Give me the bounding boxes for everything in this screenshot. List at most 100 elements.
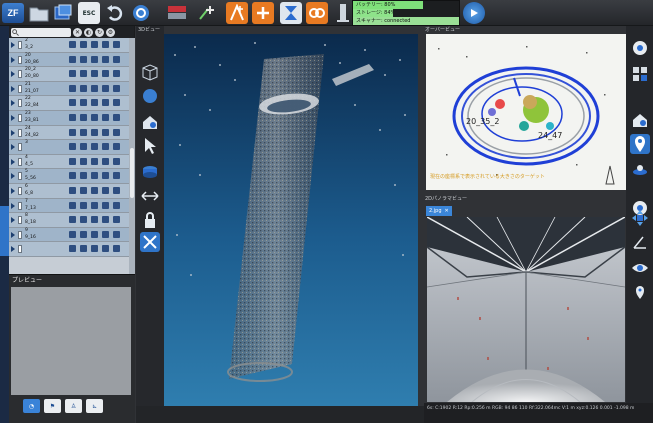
scan-type-icon[interactable] [69, 186, 76, 194]
layer-visibility-checkbox[interactable] [18, 99, 22, 108]
layer-option-icon[interactable] [113, 41, 120, 48]
arrows-icon[interactable] [80, 201, 87, 209]
measure-button[interactable] [332, 2, 354, 24]
settings-button[interactable] [130, 2, 152, 24]
link-icon[interactable] [91, 99, 98, 107]
toggle-visibility-button[interactable]: ◐ [84, 27, 93, 37]
clear-search-button[interactable]: ✕ [73, 27, 82, 37]
layer-visibility-checkbox[interactable] [18, 230, 22, 239]
expand-triangle-icon[interactable] [11, 56, 15, 63]
arrows-icon[interactable] [80, 55, 87, 63]
layer-visibility-checkbox[interactable] [18, 157, 22, 166]
view-cube-button[interactable] [140, 62, 160, 82]
expand-triangle-icon[interactable] [11, 246, 15, 253]
mask-icon[interactable] [102, 41, 109, 48]
layer-visibility-checkbox[interactable] [18, 245, 22, 254]
panorama-canvas[interactable] [427, 217, 625, 402]
layer-row[interactable]: 24 24_82 [9, 125, 129, 141]
pin-view-button[interactable] [630, 282, 650, 302]
mask-icon[interactable] [102, 70, 109, 78]
open-folder-button[interactable] [28, 2, 50, 24]
layer-option-icon[interactable] [113, 216, 120, 224]
layer-row[interactable]: 7 7_13 [9, 198, 129, 214]
layer-row[interactable]: 5 5_56 [9, 169, 129, 184]
layer-option-icon[interactable] [113, 186, 120, 194]
arrows-icon[interactable] [80, 70, 87, 78]
arrows-icon[interactable] [80, 113, 87, 121]
mask-icon[interactable] [102, 157, 109, 165]
layer-option-icon[interactable] [113, 55, 120, 63]
scan-type-icon[interactable] [69, 113, 76, 121]
tab-scan[interactable]: ◔ [23, 399, 40, 413]
panorama-tab[interactable]: 2.jpg ✕ [426, 206, 452, 216]
layer-row[interactable]: 21 21_07 [9, 81, 129, 97]
layer-visibility-checkbox[interactable] [18, 216, 22, 225]
layer-visibility-checkbox[interactable] [18, 84, 22, 93]
layer-visibility-checkbox[interactable] [18, 143, 22, 152]
scan-type-icon[interactable] [69, 128, 76, 136]
arrows-icon[interactable] [80, 128, 87, 136]
scan-type-icon[interactable] [69, 70, 76, 78]
layer-row[interactable]: 2 3_2 [9, 38, 129, 53]
link-button[interactable] [306, 2, 328, 24]
arrows-icon[interactable] [80, 157, 87, 165]
layer-visibility-checkbox[interactable] [18, 70, 22, 79]
tab-person[interactable]: ♙ [65, 399, 82, 413]
link-icon[interactable] [91, 113, 98, 121]
link-icon[interactable] [91, 186, 98, 194]
hole-target-button[interactable] [630, 160, 650, 180]
layer-option-icon[interactable] [113, 245, 120, 253]
refresh-button[interactable]: ↻ [95, 27, 104, 37]
scan-type-icon[interactable] [69, 201, 76, 209]
expand-triangle-icon[interactable] [11, 173, 15, 180]
layer-row[interactable]: 22 22_84 [9, 96, 129, 111]
mask-icon[interactable] [102, 55, 109, 63]
layer-row[interactable]: 3 [9, 140, 129, 155]
annotate-a-button[interactable] [226, 2, 248, 24]
scan-type-icon[interactable] [69, 230, 76, 238]
mask-icon[interactable] [102, 113, 109, 121]
link-icon[interactable] [91, 201, 98, 209]
link-icon[interactable] [91, 143, 98, 151]
overview-toggle-button[interactable] [630, 38, 650, 58]
link-icon[interactable] [91, 157, 98, 165]
width-button[interactable] [140, 186, 160, 206]
layer-option-icon[interactable] [113, 113, 120, 121]
location-pin-button[interactable] [630, 134, 650, 154]
link-icon[interactable] [91, 230, 98, 238]
scan-type-icon[interactable] [69, 245, 76, 253]
layer-option-icon[interactable] [113, 157, 120, 165]
add-point-button[interactable] [196, 2, 218, 24]
link-icon[interactable] [91, 70, 98, 78]
expand-triangle-icon[interactable] [11, 42, 15, 48]
panel-collapse-tab[interactable] [0, 206, 9, 256]
expand-triangle-icon[interactable] [11, 114, 15, 121]
arrows-icon[interactable] [80, 216, 87, 224]
layer-option-icon[interactable] [113, 201, 120, 209]
move-button[interactable] [630, 208, 650, 228]
layer-row[interactable]: 20_2 20_80 [9, 67, 129, 82]
layer-option-icon[interactable] [113, 230, 120, 238]
view3d-canvas[interactable] [164, 34, 418, 406]
mask-icon[interactable] [102, 99, 109, 107]
sphere-view-button[interactable] [140, 86, 160, 106]
mask-icon[interactable] [102, 245, 109, 253]
scan-type-icon[interactable] [69, 55, 76, 63]
play-button[interactable] [463, 2, 485, 24]
undo-button[interactable] [104, 2, 126, 24]
scan-type-icon[interactable] [69, 172, 76, 180]
layer-option-icon[interactable] [113, 99, 120, 107]
layer-option-icon[interactable] [113, 128, 120, 136]
link-icon[interactable] [91, 172, 98, 180]
home-view-button[interactable] [140, 112, 160, 132]
layer-view-button[interactable] [140, 162, 160, 182]
layer-option-icon[interactable] [113, 172, 120, 180]
expand-triangle-icon[interactable] [11, 158, 15, 165]
layer-settings-button[interactable]: ⚙ [106, 27, 115, 37]
expand-triangle-icon[interactable] [11, 100, 15, 107]
expand-triangle-icon[interactable] [11, 202, 15, 209]
mask-icon[interactable] [102, 201, 109, 209]
layer-row[interactable]: 6 6_8 [9, 183, 129, 199]
tab-flag[interactable]: ⚑ [44, 399, 61, 413]
layer-visibility-checkbox[interactable] [18, 201, 22, 210]
